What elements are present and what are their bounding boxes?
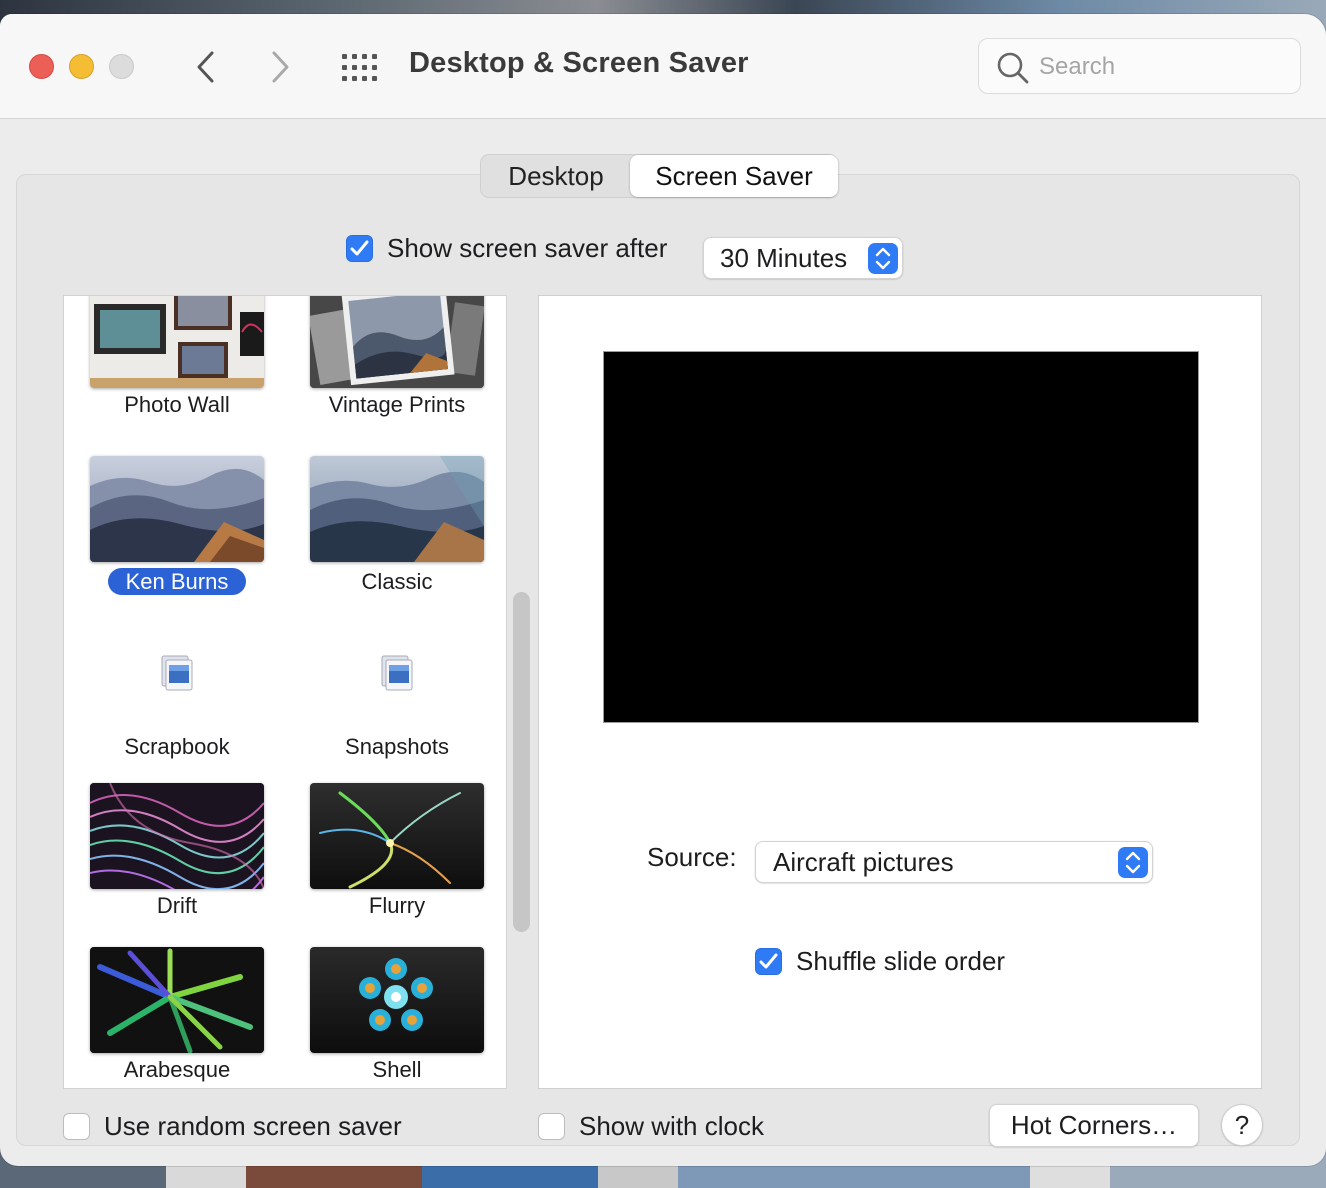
classic-thumbnail (310, 456, 484, 562)
drift-thumbnail (90, 783, 264, 889)
close-button[interactable] (29, 54, 54, 79)
screen-saver-label: Vintage Prints (328, 392, 466, 417)
checkmark-icon (350, 240, 369, 255)
show-clock-checkbox[interactable] (538, 1112, 565, 1140)
back-button[interactable] (188, 49, 224, 85)
show-after-label: Show screen saver after (387, 232, 668, 263)
vintage-prints-thumbnail (310, 296, 484, 388)
photo-wall-thumbnail (90, 296, 264, 388)
forward-button[interactable] (262, 49, 298, 85)
tab-control: Desktop Screen Saver (480, 154, 838, 198)
show-after-row: Show screen saver after (346, 228, 667, 268)
flurry-thumbnail (310, 783, 484, 889)
shuffle-checkbox[interactable] (755, 948, 782, 975)
idle-time-value: 30 Minutes (720, 242, 848, 273)
show-clock-row: Show with clock (538, 1111, 764, 1141)
preview-pane: Source: Aircraft pictures Shuffle slide … (538, 295, 1262, 1089)
slideshow-icon (161, 655, 193, 691)
tab-screen-saver[interactable]: Screen Saver (630, 155, 838, 197)
random-saver-checkbox[interactable] (63, 1112, 90, 1140)
titlebar: Desktop & Screen Saver (0, 14, 1326, 119)
random-saver-label: Use random screen saver (104, 1110, 402, 1141)
updown-arrows-icon (868, 243, 898, 274)
checkmark-icon (759, 953, 778, 969)
search-field[interactable] (978, 38, 1301, 94)
source-value: Aircraft pictures (773, 846, 954, 877)
screen-saver-label: Arabesque (123, 1057, 231, 1082)
ken-burns-thumbnail (90, 456, 264, 562)
screen-saver-label: Photo Wall (124, 392, 230, 417)
screen-saver-label: Drift (156, 893, 198, 918)
tab-desktop[interactable]: Desktop (481, 155, 631, 197)
screen-saver-list[interactable]: Photo Wall Vintage Prints Ken Burns Clas… (63, 295, 507, 1089)
hot-corners-button[interactable]: Hot Corners… (989, 1104, 1199, 1147)
random-saver-row: Use random screen saver (63, 1111, 402, 1141)
idle-time-select[interactable]: 30 Minutes (703, 237, 903, 279)
screen-saver-label: Shell (372, 1057, 422, 1082)
shell-thumbnail (310, 947, 484, 1053)
system-preferences-window: Desktop & Screen Saver Desktop Screen Sa… (0, 14, 1326, 1166)
arabesque-thumbnail (90, 947, 264, 1053)
chevron-right-icon (272, 51, 289, 83)
search-input[interactable] (1039, 49, 1289, 85)
screen-saver-label: Snapshots (345, 734, 449, 759)
show-clock-label: Show with clock (579, 1110, 764, 1141)
zoom-button[interactable] (109, 54, 134, 79)
minimize-button[interactable] (69, 54, 94, 79)
screen-saver-preview (603, 351, 1199, 723)
screen-saver-label-selected: Ken Burns (90, 568, 264, 595)
show-after-checkbox[interactable] (346, 234, 373, 262)
screen-saver-label: Flurry (368, 893, 426, 918)
screen-saver-label: Scrapbook (124, 734, 230, 759)
shuffle-label: Shuffle slide order (796, 946, 1006, 976)
search-icon (997, 52, 1029, 84)
shuffle-row: Shuffle slide order (755, 946, 1005, 977)
help-button[interactable]: ? (1221, 1104, 1263, 1146)
list-scrollbar[interactable] (513, 592, 530, 932)
window-title: Desktop & Screen Saver (409, 47, 749, 79)
chevron-left-icon (197, 51, 214, 83)
screen-saver-label: Classic (361, 569, 433, 594)
show-all-button[interactable] (340, 52, 380, 84)
slideshow-icon (381, 655, 413, 691)
updown-arrows-icon (1118, 847, 1148, 878)
source-label: Source: (647, 842, 737, 872)
source-select[interactable]: Aircraft pictures (755, 841, 1153, 883)
